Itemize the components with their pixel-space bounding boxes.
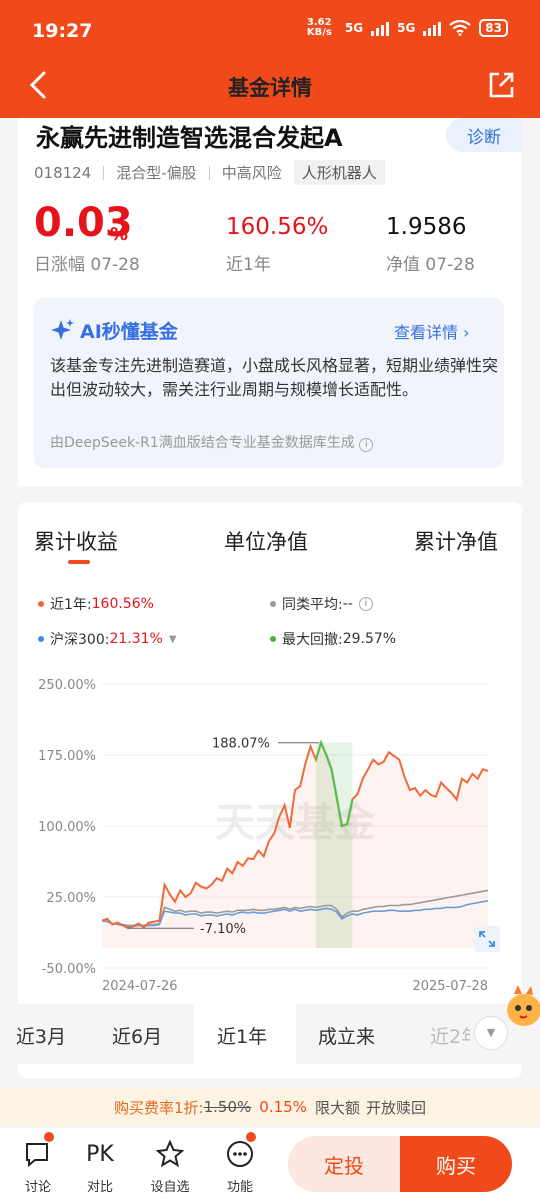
y-tick-label: -50.00% [42, 962, 96, 977]
redeem-status: 开放赎回 [365, 1098, 426, 1117]
star-icon [155, 1139, 185, 1168]
fund-risk: 中高风险 [221, 164, 282, 182]
return-chart[interactable]: 250.00%175.00%100.00%25.00%-50.00%天天基金18… [18, 668, 522, 998]
fund-type: 混合型-偏股 [116, 164, 197, 182]
daily-change-label: 日涨幅 07-28 [34, 255, 140, 275]
range-since-inception[interactable]: 成立来 [318, 1022, 375, 1049]
ai-source-note: 由DeepSeek-R1满血版结合专业基金数据库生成 i [50, 432, 374, 452]
ai-details-link[interactable]: 查看详情 › [394, 319, 470, 343]
signal-icon [371, 20, 390, 36]
ai-source-text: 由DeepSeek-R1满血版结合专业基金数据库生成 [50, 435, 355, 451]
expand-icon[interactable] [474, 926, 500, 952]
watchlist-label: 设自选 [150, 1180, 190, 1195]
y-tick-label: 25.00% [46, 891, 96, 906]
legend-index-label: 沪深300: [50, 632, 110, 648]
min-annotation: -7.10% [200, 922, 246, 937]
max-annotation: 188.07% [212, 737, 270, 752]
functions-label: 功能 [226, 1180, 253, 1195]
page-title: 基金详情 [228, 76, 312, 100]
status-indicators: 3.62 KB/s 5G 5G 83 [307, 18, 508, 38]
tab-cumulative-return[interactable]: 累计收益 [34, 526, 118, 556]
fee-old: 1.50% [203, 1098, 252, 1116]
discuss-label: 讨论 [24, 1180, 51, 1195]
ai-summary-text: 该基金专注先进制造赛道，小盘成长风格显著，短期业绩弹性突出但波动较大，需关注行业… [50, 356, 499, 399]
diagnose-button[interactable]: 诊断 [446, 118, 522, 152]
info-icon[interactable]: i [358, 597, 373, 611]
purchase-limit: 限大额 [314, 1098, 360, 1117]
network-speed: 3.62 KB/s [306, 17, 332, 38]
y-tick-label: 250.00% [38, 678, 96, 693]
functions-badge [246, 1132, 256, 1142]
fee-new: 0.15% [259, 1098, 307, 1116]
legend-dot-index [38, 636, 44, 642]
x-tick-end: 2025-07-28 [412, 979, 488, 994]
y-tick-label: 100.00% [38, 820, 96, 835]
fee-promo-prefix: 购买费率1折: [114, 1098, 204, 1117]
fund-meta: 018124 混合型-偏股 中高风险 人形机器人 [34, 160, 385, 185]
fee-promo-banner: 购买费率1折: 1.50% 0.15% 限大额 开放赎回 [0, 1088, 540, 1126]
caret-down-icon: ▼ [168, 633, 177, 645]
battery-icon: 83 [479, 19, 508, 37]
legend-peer-label: 同类平均: [282, 597, 343, 613]
nav-label: 净值 07-28 [386, 255, 475, 275]
range-6m[interactable]: 近6月 [112, 1022, 162, 1049]
fund-code: 018124 [34, 163, 92, 182]
add-watchlist-button[interactable] [150, 1136, 190, 1172]
legend-drawdown-label: 最大回撤: [282, 632, 343, 648]
ai-details-label: 查看详情 [394, 323, 459, 342]
chevron-right-icon: › [463, 323, 470, 342]
year-return-value: 160.56% [226, 214, 329, 240]
tab-unit-nav[interactable]: 单位净值 [224, 526, 308, 556]
daily-change-unit: % [110, 224, 129, 245]
signal-icon-2 [423, 20, 442, 36]
functions-button[interactable] [220, 1136, 260, 1172]
auto-invest-button[interactable]: 定投 [288, 1136, 400, 1192]
wifi-icon [449, 20, 471, 36]
mascot-icon[interactable] [502, 982, 540, 1030]
nav-value: 1.9586 [386, 214, 467, 240]
ai-title: AI秒懂基金 [80, 321, 178, 343]
pk-button[interactable]: PK [80, 1136, 120, 1172]
y-tick-label: 175.00% [38, 749, 96, 764]
x-tick-start: 2024-07-26 [102, 979, 178, 994]
sparkle-icon [51, 319, 74, 340]
legend-dot-drawdown [270, 636, 276, 642]
theme-tag[interactable]: 人形机器人 [293, 160, 385, 185]
share-icon[interactable] [486, 70, 516, 100]
legend-index-value: 21.31% [109, 631, 163, 647]
legend-fund-value: 160.56% [91, 596, 154, 612]
legend-drawdown: 最大回撤: 29.57% [270, 629, 396, 649]
info-icon[interactable]: i [359, 438, 374, 452]
discuss-badge [44, 1132, 54, 1142]
year-return-label: 近1年 [226, 255, 271, 275]
network-type-1: 5G [344, 21, 364, 35]
chat-bubble-icon [26, 1143, 48, 1168]
legend-dot-peer [270, 601, 276, 607]
tab-cumulative-nav[interactable]: 累计净值 [414, 526, 498, 556]
more-icon [227, 1141, 253, 1167]
legend-peer: 同类平均: -- i [270, 594, 373, 614]
legend-fund-label: 近1年: [50, 597, 92, 613]
buy-button[interactable]: 购买 [400, 1136, 512, 1192]
fund-name: 永赢先进制造智选混合发起A [36, 124, 343, 152]
compare-label: 对比 [86, 1180, 113, 1195]
network-type-2: 5G [397, 21, 416, 35]
legend-drawdown-value: 29.57% [342, 631, 397, 647]
range-3m[interactable]: 近3月 [0, 1022, 76, 1049]
discuss-button[interactable] [18, 1136, 58, 1172]
range-2y[interactable]: 近2年 [430, 1022, 470, 1049]
legend-peer-value: -- [342, 596, 353, 612]
legend-fund: 近1年: 160.56% [38, 594, 154, 614]
legend-index[interactable]: 沪深300: 21.31% ▼ [38, 629, 177, 649]
range-1y[interactable]: 近1年 [217, 1022, 267, 1049]
legend-dot-fund [38, 601, 44, 607]
tab-active-indicator [68, 560, 90, 564]
status-time: 19:27 [32, 20, 93, 42]
